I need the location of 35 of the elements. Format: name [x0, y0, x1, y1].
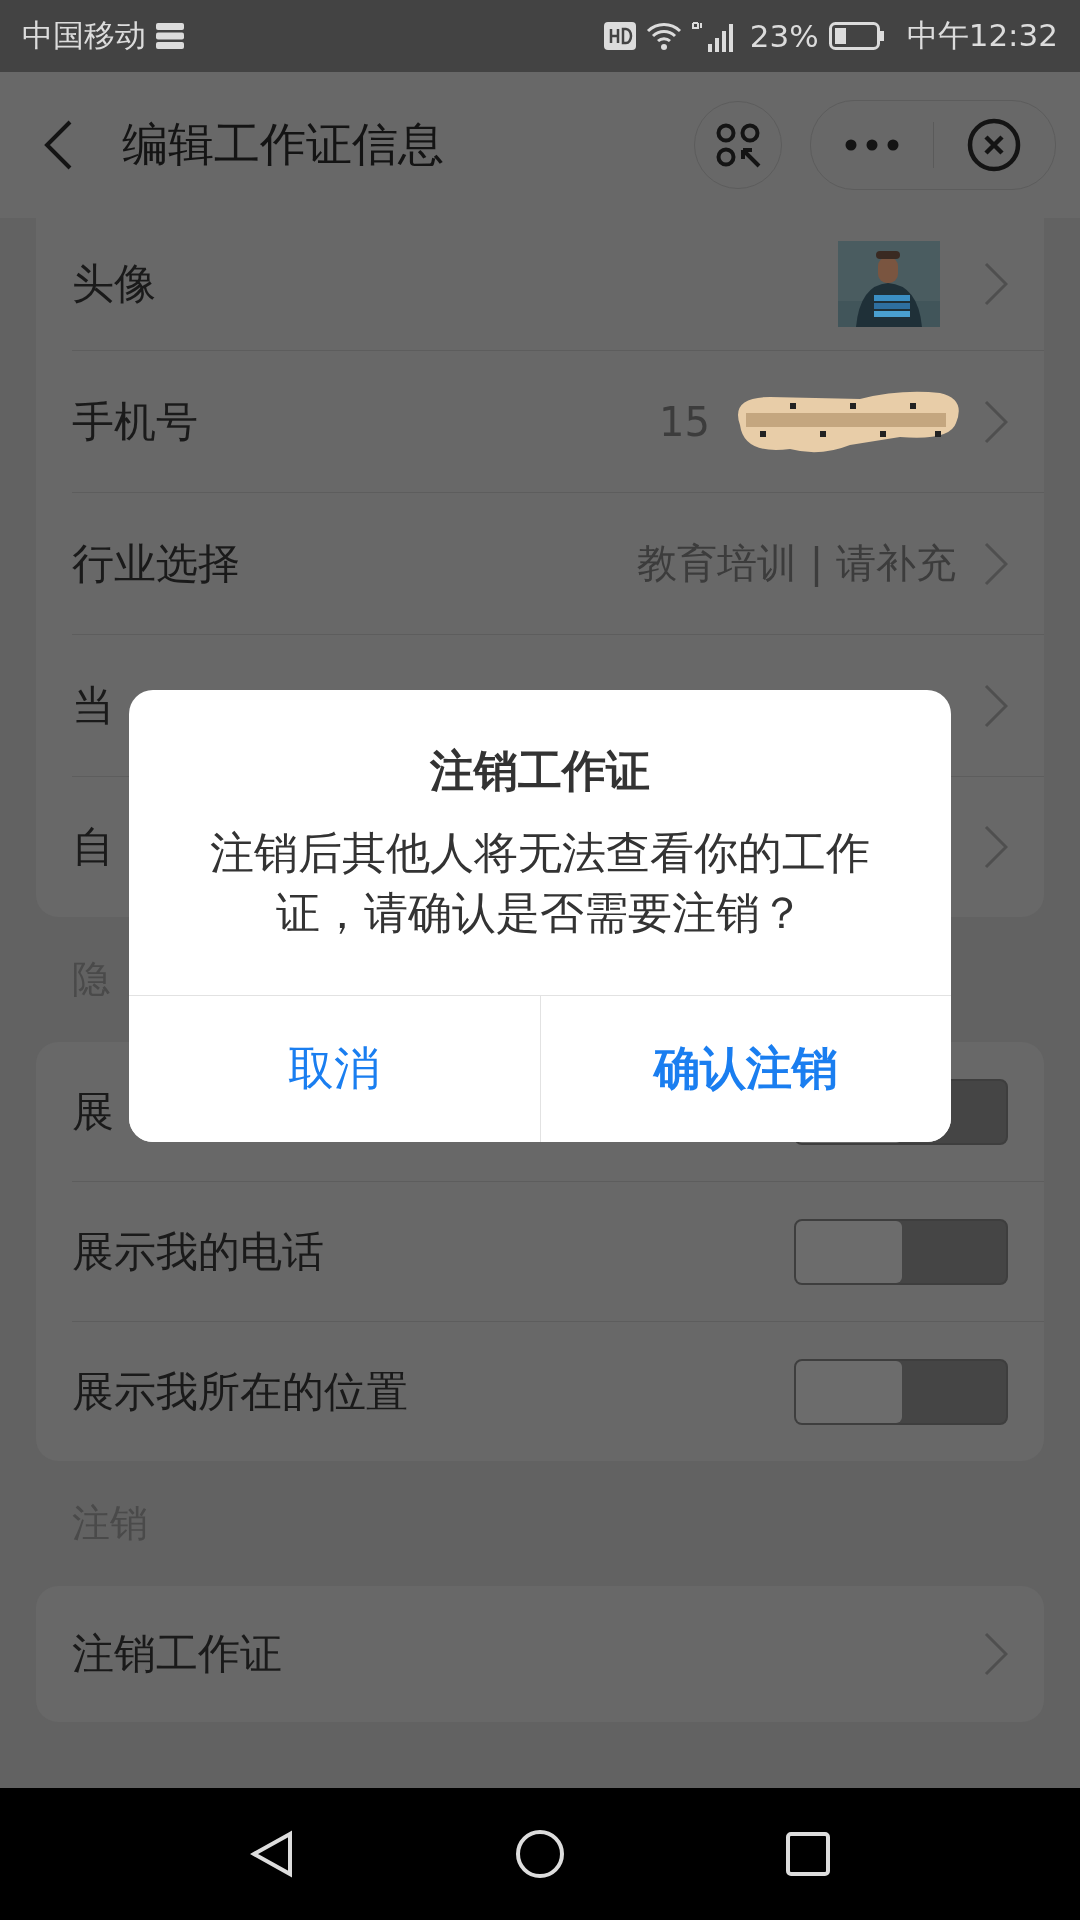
chevron-right-icon	[984, 541, 1008, 586]
row-label: 展	[72, 1085, 114, 1138]
battery-percent: 23%	[749, 18, 819, 54]
home-icon[interactable]	[515, 1829, 565, 1879]
row-label: 当	[72, 679, 114, 732]
chevron-right-icon	[984, 1632, 1008, 1676]
toggle-switch[interactable]	[794, 1358, 1008, 1425]
row-label: 自	[72, 821, 114, 873]
chevron-right-icon	[984, 825, 1008, 869]
dialog-message: 注销后其他人将无法查看你的工作证，请确认是否需要注销？	[209, 826, 871, 940]
back-icon[interactable]	[250, 1830, 295, 1878]
chevron-right-icon	[984, 683, 1008, 728]
page-title: 编辑工作证信息	[122, 116, 445, 173]
dialog-button[interactable]: 确认注销	[539, 996, 951, 1142]
toggle-switch[interactable]	[794, 1218, 1008, 1285]
row-label: 头像	[72, 258, 156, 310]
row-label: 展示我的电话	[72, 1225, 324, 1278]
carrier-name: 中国移动	[22, 16, 146, 55]
close-icon[interactable]	[967, 118, 1022, 172]
row-label: 行业选择	[72, 537, 240, 590]
recents-icon[interactable]	[785, 1832, 830, 1876]
chevron-right-icon	[984, 262, 1008, 306]
dialog-title: 注销工作证	[429, 744, 651, 798]
row-label: 注销工作证	[72, 1628, 282, 1680]
storage-icon	[156, 23, 184, 49]
more-icon[interactable]	[844, 139, 899, 151]
chevron-right-icon	[984, 399, 1008, 444]
scan-icon[interactable]	[715, 122, 761, 168]
settings-row[interactable]: 头像	[72, 218, 1044, 350]
wifi-icon	[645, 22, 682, 50]
row-label: 展示我所在的位置	[72, 1365, 408, 1418]
row-label: 手机号	[72, 395, 198, 448]
hd-icon	[603, 22, 636, 50]
clock-time: 中午12:32	[906, 16, 1058, 55]
battery-icon	[828, 22, 885, 50]
